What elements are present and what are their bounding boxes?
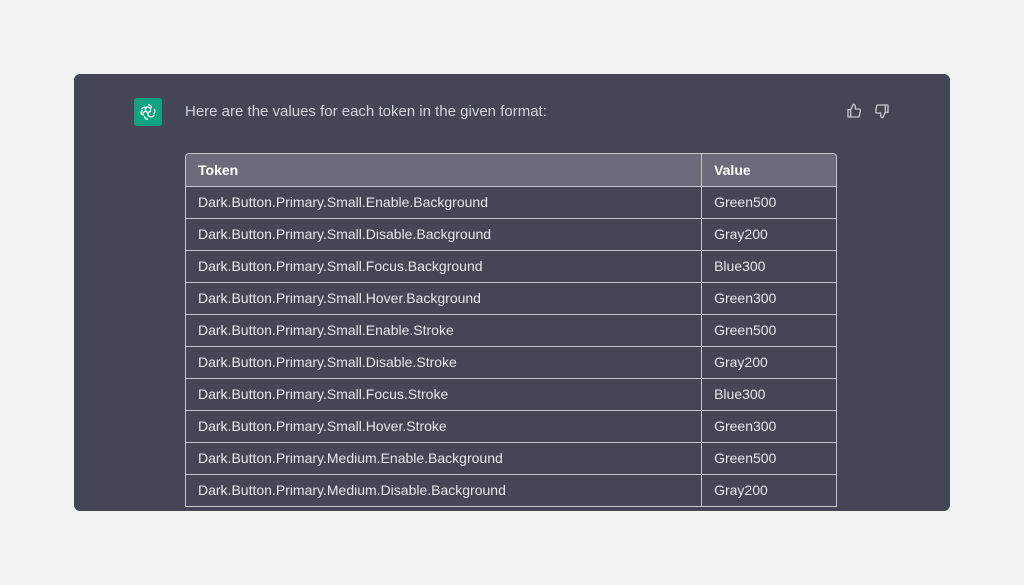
token-table: Token Value Dark.Button.Primary.Small.En… — [185, 153, 837, 507]
token-cell: Dark.Button.Primary.Small.Hover.Backgrou… — [186, 282, 703, 315]
assistant-message: Here are the values for each token in th… — [74, 74, 950, 511]
column-header-token: Token — [186, 154, 703, 187]
column-header-value: Value — [701, 154, 836, 187]
table-header-row: Token Value — [186, 154, 836, 187]
table-row: Dark.Button.Primary.Medium.Disable.Backg… — [186, 474, 836, 507]
table-row: Dark.Button.Primary.Small.Focus.Stroke B… — [186, 378, 836, 411]
table-row: Dark.Button.Primary.Small.Disable.Stroke… — [186, 346, 836, 379]
value-cell: Green300 — [701, 410, 836, 443]
token-cell: Dark.Button.Primary.Medium.Disable.Backg… — [186, 474, 703, 507]
thumbs-down-icon[interactable] — [872, 101, 892, 121]
value-cell: Blue300 — [701, 378, 836, 411]
table-row: Dark.Button.Primary.Small.Hover.Backgrou… — [186, 282, 836, 315]
value-cell: Gray200 — [701, 218, 836, 251]
token-cell: Dark.Button.Primary.Small.Focus.Stroke — [186, 378, 703, 411]
table-row: Dark.Button.Primary.Small.Focus.Backgrou… — [186, 250, 836, 283]
message-text: Here are the values for each token in th… — [185, 103, 547, 120]
value-cell: Green500 — [701, 314, 836, 347]
thumbs-up-icon[interactable] — [844, 101, 864, 121]
token-cell: Dark.Button.Primary.Small.Enable.Backgro… — [186, 186, 703, 219]
value-cell: Green500 — [701, 186, 836, 219]
token-cell: Dark.Button.Primary.Small.Hover.Stroke — [186, 410, 703, 443]
value-cell: Gray200 — [701, 346, 836, 379]
table-row: Dark.Button.Primary.Medium.Enable.Backgr… — [186, 442, 836, 475]
table-row: Dark.Button.Primary.Small.Disable.Backgr… — [186, 218, 836, 251]
token-cell: Dark.Button.Primary.Small.Enable.Stroke — [186, 314, 703, 347]
value-cell: Gray200 — [701, 474, 836, 507]
value-cell: Blue300 — [701, 250, 836, 283]
token-cell: Dark.Button.Primary.Small.Disable.Stroke — [186, 346, 703, 379]
token-cell: Dark.Button.Primary.Medium.Enable.Backgr… — [186, 442, 703, 475]
token-cell: Dark.Button.Primary.Small.Disable.Backgr… — [186, 218, 703, 251]
table-row: Dark.Button.Primary.Small.Enable.Backgro… — [186, 186, 836, 219]
chatgpt-logo-icon — [134, 98, 162, 126]
value-cell: Green300 — [701, 282, 836, 315]
value-cell: Green500 — [701, 442, 836, 475]
token-cell: Dark.Button.Primary.Small.Focus.Backgrou… — [186, 250, 703, 283]
table-row: Dark.Button.Primary.Small.Enable.Stroke … — [186, 314, 836, 347]
table-row: Dark.Button.Primary.Small.Hover.Stroke G… — [186, 410, 836, 443]
